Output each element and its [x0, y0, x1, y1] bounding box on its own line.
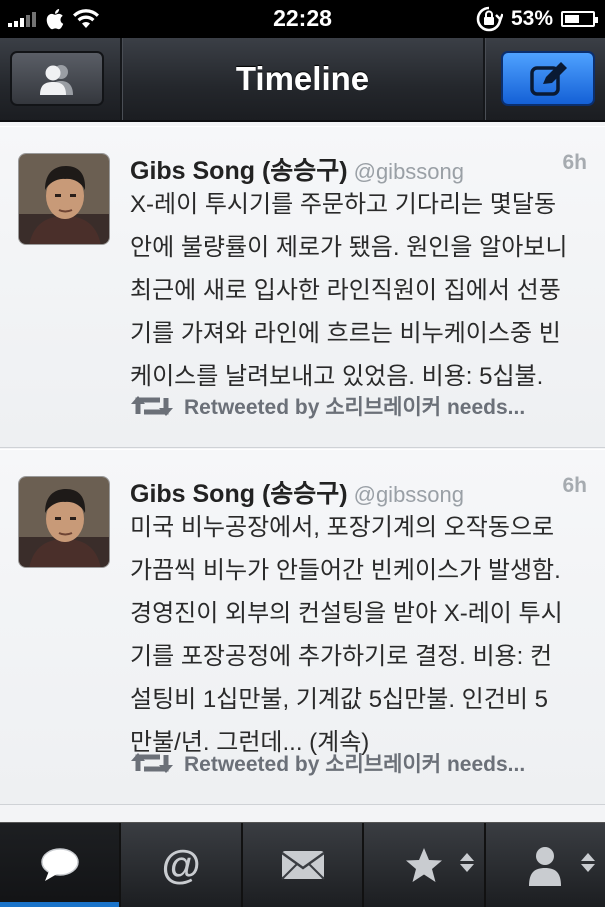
retweet-icon	[131, 753, 173, 773]
avatar[interactable]	[18, 153, 110, 245]
tab-favorites[interactable]	[364, 823, 486, 907]
at-icon: @	[161, 842, 201, 887]
star-icon	[405, 848, 442, 882]
avatar-photo-icon	[19, 477, 109, 567]
tweet-body: X-레이 투시기를 주문하고 기다리는 몇달동 안에 불량률이 제로가 됐음. …	[130, 191, 568, 390]
retweet-label: Retweeted by 소리브레이커 needs...	[184, 753, 526, 776]
tweet-time: 6h	[562, 151, 587, 174]
retweet-icon	[131, 396, 173, 416]
envelope-icon	[280, 851, 325, 880]
tweet-body: 미국 비누공장에서, 포장기계의 오작동으로 가끔씩 비누가 안들어간 빈케이스…	[130, 514, 563, 756]
tweet-cell[interactable]: Gibs Song (송승구) @gibssong 6h 미국 비누공장에서, 포…	[0, 449, 605, 805]
tab-mentions[interactable]: @	[121, 823, 243, 907]
tweet-cell[interactable]: Gibs Song (송승구) @gibssong 6h X-레이 투시기를 주문…	[0, 126, 605, 448]
tweet-handle: @gibssong	[353, 159, 465, 184]
tab-profile[interactable]	[486, 823, 605, 907]
person-icon	[529, 847, 562, 886]
tweet-time: 6h	[562, 474, 587, 497]
tab-timeline[interactable]	[0, 823, 122, 907]
battery-percentage: 53%	[510, 7, 553, 30]
retweet-label: Retweeted by 소리브레이커 needs...	[184, 396, 526, 419]
tab-messages[interactable]	[243, 823, 365, 907]
tweet-author-name[interactable]: Gibs Song (송승구) @gibssong	[130, 474, 464, 510]
compose-icon	[530, 61, 567, 96]
retweet-info[interactable]: Retweeted by 소리브레이커 needs...	[130, 748, 525, 778]
chevron-updown-icon	[459, 853, 474, 872]
rotation-lock-icon	[476, 6, 503, 32]
chevron-updown-icon	[581, 853, 596, 872]
status-bar: 22:28 53%	[0, 0, 605, 38]
nav-separator-right	[483, 38, 485, 120]
speech-bubble-icon	[40, 848, 79, 881]
avatar-photo-icon	[19, 154, 109, 244]
tweet-handle: @gibssong	[353, 482, 465, 507]
battery-icon	[561, 11, 598, 27]
nav-bar: Timeline	[0, 38, 605, 122]
tab-bar: @	[0, 822, 605, 907]
retweet-info[interactable]: Retweeted by 소리브레이커 needs...	[130, 391, 525, 421]
status-right: 53%	[475, 6, 598, 32]
avatar[interactable]	[18, 476, 110, 568]
tweet-author-name[interactable]: Gibs Song (송승구) @gibssong	[130, 151, 464, 187]
compose-tweet-button[interactable]	[501, 51, 595, 106]
timeline-list[interactable]: Gibs Song (송승구) @gibssong 6h X-레이 투시기를 주문…	[0, 122, 605, 822]
